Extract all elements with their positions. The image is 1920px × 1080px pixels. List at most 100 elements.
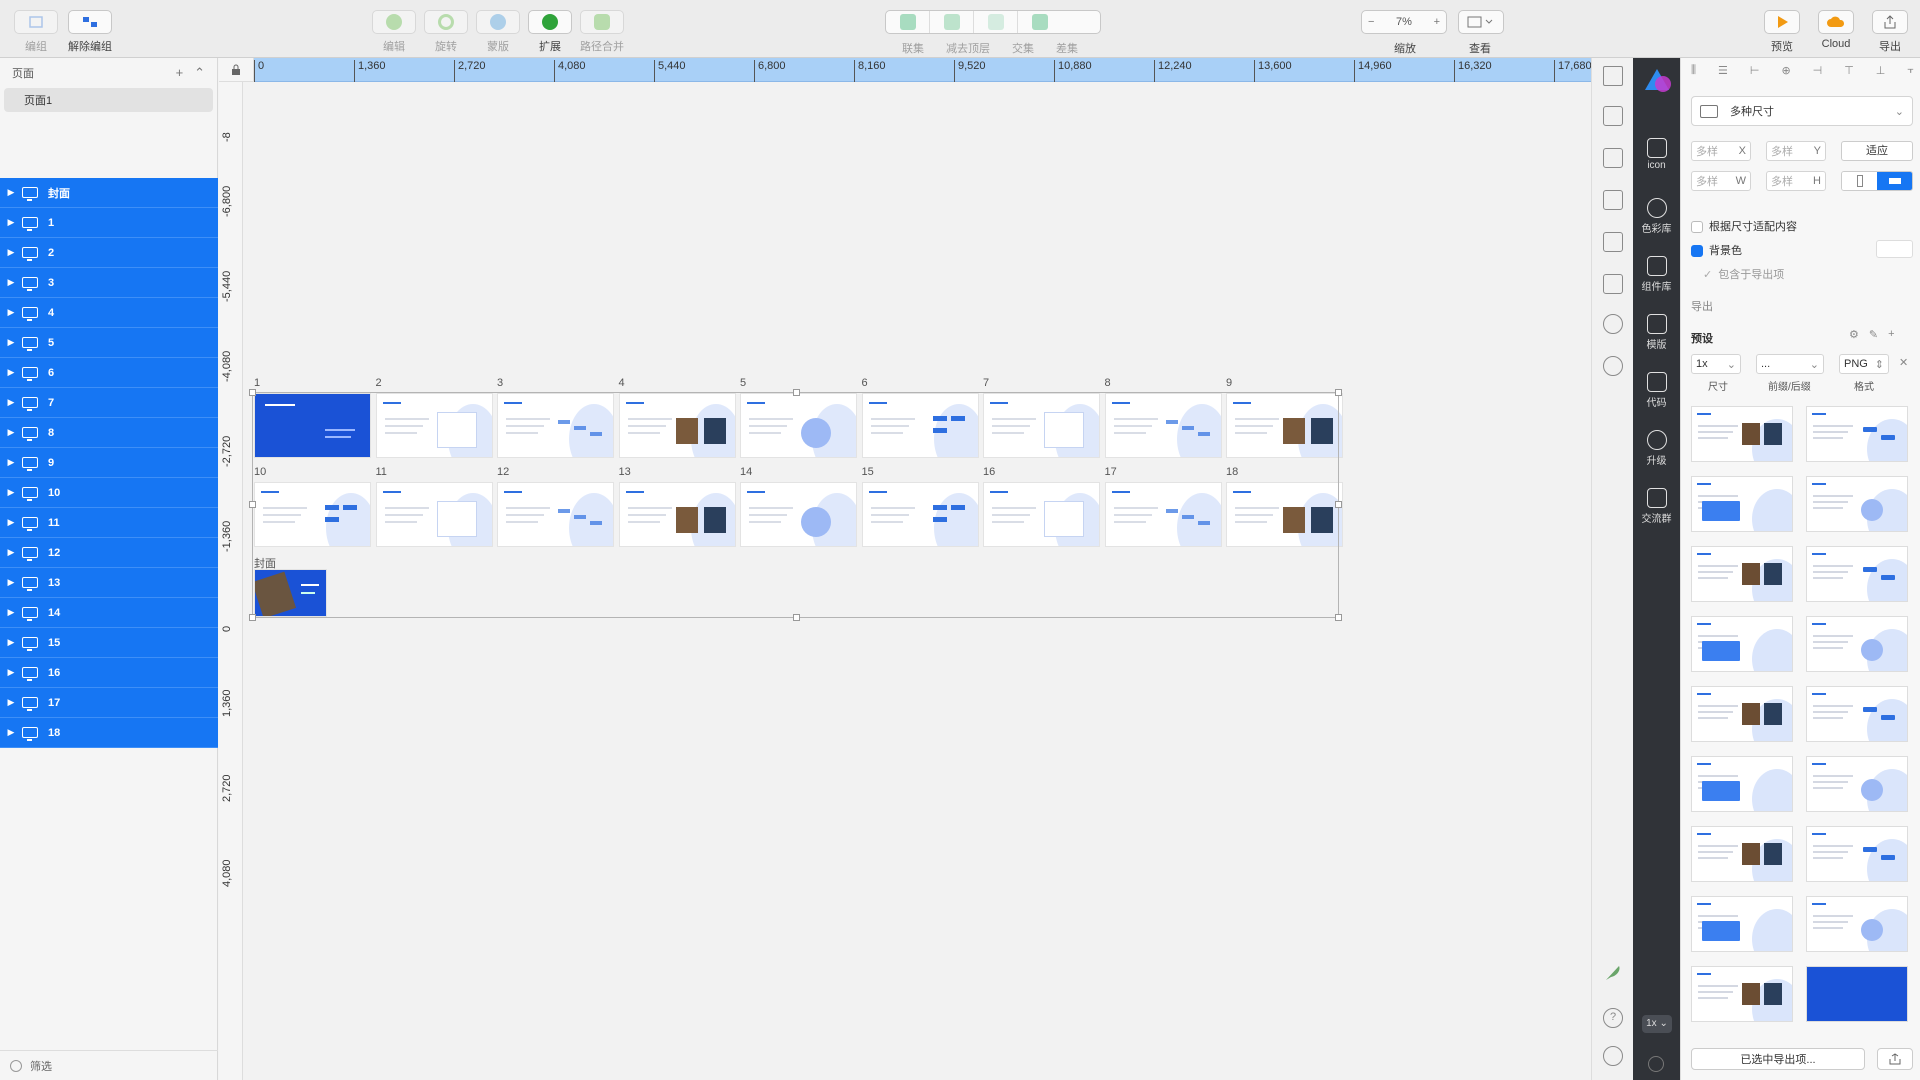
layer-item[interactable]: ▶ 2 — [0, 238, 218, 268]
layer-item[interactable]: ▶ 4 — [0, 298, 218, 328]
page-item[interactable]: 页面1 — [4, 88, 213, 112]
code-button[interactable]: 代码 — [1633, 372, 1680, 409]
bg-color-option[interactable]: 背景色 — [1691, 242, 1742, 258]
disclosure-triangle-icon[interactable]: ▶ — [0, 667, 22, 678]
align-top-icon[interactable]: ⊤ — [1844, 64, 1854, 80]
edit-button[interactable]: 编辑 — [372, 10, 416, 54]
layer-item[interactable]: ▶ 13 — [0, 568, 218, 598]
export-thumbnail[interactable] — [1806, 756, 1908, 812]
measure-icon[interactable] — [1603, 66, 1623, 86]
subtract-button[interactable] — [930, 11, 974, 33]
difference-button[interactable] — [1018, 11, 1062, 33]
export-thumbnail[interactable] — [1691, 896, 1793, 952]
layer-item[interactable]: ▶ 9 — [0, 448, 218, 478]
ungroup-button[interactable]: 解除编组 — [68, 10, 112, 54]
rotate-button[interactable]: 旋转 — [424, 10, 468, 54]
palette-library[interactable]: 色彩库 — [1633, 198, 1680, 235]
resize-handle[interactable] — [1335, 389, 1342, 396]
export-thumbnail[interactable] — [1691, 546, 1793, 602]
palette-icon[interactable] — [1603, 314, 1623, 334]
export-thumbnail[interactable] — [1691, 826, 1793, 882]
resize-handle[interactable] — [249, 501, 256, 508]
size-preset-dropdown[interactable]: 多种尺寸 ⌄ — [1691, 96, 1913, 126]
zoom-value[interactable]: 7% — [1396, 16, 1412, 28]
layer-item[interactable]: ▶ 12 — [0, 538, 218, 568]
upload-icon[interactable] — [1603, 106, 1623, 126]
remove-export-icon[interactable]: ✕ — [1899, 356, 1908, 369]
intersect-button[interactable] — [974, 11, 1018, 33]
close-icon[interactable] — [1648, 1056, 1664, 1072]
resize-handle[interactable] — [793, 389, 800, 396]
frame-icon[interactable] — [1603, 274, 1623, 294]
distribute-v-icon[interactable]: ☰ — [1718, 64, 1728, 80]
width-field[interactable]: 多样 W — [1691, 171, 1751, 191]
include-export-option[interactable]: ✓ 包含于导出项 — [1703, 266, 1784, 282]
community-button[interactable]: 交流群 — [1633, 488, 1680, 525]
icon-library[interactable]: icon — [1633, 138, 1680, 171]
path-merge-button[interactable]: 路径合并 — [580, 10, 624, 54]
suffix-select[interactable]: ... ⌄ — [1756, 354, 1824, 374]
disclosure-triangle-icon[interactable]: ▶ — [0, 217, 22, 228]
disclosure-triangle-icon[interactable]: ▶ — [0, 577, 22, 588]
align-left-icon[interactable]: ⊢ — [1750, 64, 1760, 80]
export-scale-select[interactable]: 1x ⌄ — [1691, 354, 1741, 374]
bg-color-checkbox[interactable] — [1691, 245, 1703, 258]
settings-icon[interactable] — [1603, 1046, 1623, 1066]
disclosure-triangle-icon[interactable]: ▶ — [0, 397, 22, 408]
export-thumbnail[interactable] — [1806, 896, 1908, 952]
disclosure-triangle-icon[interactable]: ▶ — [0, 727, 22, 738]
layout-icon[interactable] — [1603, 232, 1623, 252]
export-thumbnail[interactable] — [1691, 756, 1793, 812]
export-thumbnail[interactable] — [1806, 476, 1908, 532]
height-field[interactable]: 多样 H — [1766, 171, 1826, 191]
disclosure-triangle-icon[interactable]: ▶ — [0, 277, 22, 288]
filter-bar[interactable]: 筛选 — [0, 1050, 218, 1080]
align-bottom-icon[interactable]: ⫟ — [1907, 64, 1914, 80]
portrait-button[interactable] — [1842, 172, 1877, 190]
layer-item[interactable]: ▶ 14 — [0, 598, 218, 628]
resize-handle[interactable] — [793, 614, 800, 621]
export-thumbnail[interactable] — [1806, 966, 1908, 1022]
resize-handle[interactable] — [249, 389, 256, 396]
x-field[interactable]: 多样 X — [1691, 141, 1751, 161]
layer-item[interactable]: ▶ 3 — [0, 268, 218, 298]
resize-handle[interactable] — [249, 614, 256, 621]
align-right-icon[interactable]: ⊣ — [1813, 64, 1823, 80]
disclosure-triangle-icon[interactable]: ▶ — [0, 547, 22, 558]
layer-item[interactable]: ▶ 15 — [0, 628, 218, 658]
feather-icon[interactable] — [1603, 962, 1623, 982]
pencil-icon[interactable]: ✎ — [1869, 328, 1878, 341]
scale-toggle[interactable]: 1x ⌄ — [1642, 1015, 1672, 1033]
landscape-button[interactable] — [1877, 172, 1912, 190]
sliders-icon[interactable]: ⚙ — [1849, 328, 1859, 341]
export-thumbnail[interactable] — [1806, 616, 1908, 672]
layer-item[interactable]: ▶ 17 — [0, 688, 218, 718]
y-field[interactable]: 多样 Y — [1766, 141, 1826, 161]
group-button[interactable]: 编组 — [14, 10, 58, 54]
selection-frame[interactable] — [249, 389, 1342, 621]
export-thumbnail[interactable] — [1691, 476, 1793, 532]
disclosure-triangle-icon[interactable]: ▶ — [0, 247, 22, 258]
zoom-out-button[interactable]: − — [1368, 16, 1374, 28]
layer-item[interactable]: ▶ 1 — [0, 208, 218, 238]
fit-content-option[interactable]: 根据尺寸适配内容 — [1691, 218, 1797, 234]
cloud-button[interactable]: Cloud — [1818, 10, 1854, 50]
disclosure-triangle-icon[interactable]: ▶ — [0, 607, 22, 618]
disclosure-triangle-icon[interactable]: ▶ — [0, 697, 22, 708]
disclosure-triangle-icon[interactable]: ▶ — [0, 457, 22, 468]
component-library[interactable]: 组件库 — [1633, 256, 1680, 293]
layer-item[interactable]: ▶ 11 — [0, 508, 218, 538]
collapse-icon[interactable]: ⌃ — [194, 65, 205, 80]
disclosure-triangle-icon[interactable]: ▶ — [0, 427, 22, 438]
layer-item[interactable]: ▶ 8 — [0, 418, 218, 448]
layer-item[interactable]: ▶ 10 — [0, 478, 218, 508]
fit-button[interactable]: 适应 — [1841, 141, 1913, 161]
align-center-icon[interactable]: ⊕ — [1781, 64, 1790, 80]
export-selected-button[interactable]: 已选中导出项... — [1691, 1048, 1865, 1070]
layer-item[interactable]: ▶ 7 — [0, 388, 218, 418]
resize-handle[interactable] — [1335, 614, 1342, 621]
resize-handle[interactable] — [1335, 501, 1342, 508]
disclosure-triangle-icon[interactable]: ▶ — [0, 637, 22, 648]
export-thumbnail[interactable] — [1691, 616, 1793, 672]
export-button[interactable]: 导出 — [1872, 10, 1908, 54]
